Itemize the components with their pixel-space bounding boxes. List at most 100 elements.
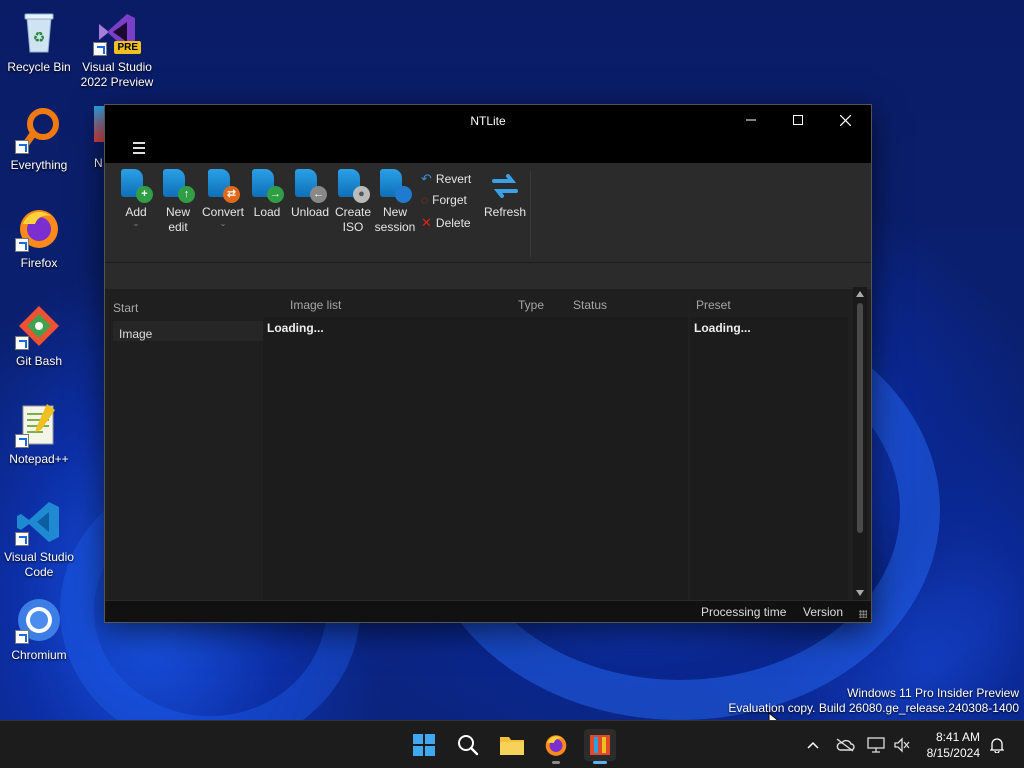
processing-time-label: Processing time	[701, 605, 787, 619]
preset-header: Preset	[696, 298, 731, 312]
network-icon	[867, 737, 885, 753]
chromium-icon	[15, 596, 63, 644]
delete-label: Delete	[435, 216, 471, 230]
desktop-icon-chromium[interactable]: Chromium	[0, 596, 78, 663]
refresh-icon	[488, 169, 522, 203]
start-button[interactable]	[408, 729, 440, 761]
refresh-button[interactable]: Refresh	[483, 169, 527, 220]
chevron-down-icon: ⌄	[219, 219, 227, 228]
bell-icon	[990, 738, 1004, 753]
image-list-loading: Loading...	[267, 321, 324, 335]
close-icon	[839, 114, 851, 126]
image-list-pane[interactable]: Image list Type Status Loading...	[263, 295, 688, 600]
desktop-icon-label: Visual Studio Code	[4, 550, 74, 579]
desktop-icon-recycle-bin[interactable]: ♻ Recycle Bin	[0, 8, 78, 75]
unload-button[interactable]: ← Unload	[289, 169, 331, 220]
desktop-icon-everything[interactable]: Everything	[0, 106, 78, 173]
preset-loading: Loading...	[694, 321, 751, 335]
new-session-label: New session	[374, 205, 416, 234]
preset-pane[interactable]: Preset Loading...	[690, 295, 848, 600]
taskbar: 8:41 AM 8/15/2024	[0, 720, 1024, 768]
ribbon-separator	[530, 171, 531, 257]
column-header-type[interactable]: Type	[518, 298, 544, 312]
convert-button[interactable]: ⇄ Convert ⌄	[199, 169, 247, 228]
breadcrumb-strip	[105, 263, 871, 289]
new-edit-label: New edit	[165, 205, 190, 234]
vertical-scrollbar[interactable]	[853, 287, 867, 600]
git-bash-icon	[15, 302, 63, 350]
everything-icon	[15, 106, 63, 154]
load-label: Load	[253, 205, 281, 219]
show-hidden-icons-button[interactable]	[802, 721, 824, 768]
file-explorer-button[interactable]	[496, 729, 528, 761]
convert-label: Convert	[201, 205, 245, 219]
partial-icon	[94, 106, 104, 142]
add-label: Add	[125, 205, 147, 219]
firefox-icon	[15, 204, 63, 252]
shortcut-arrow-icon	[15, 630, 29, 644]
shortcut-arrow-icon	[15, 434, 29, 448]
shortcut-arrow-icon	[15, 140, 29, 154]
add-image-icon: +	[119, 169, 153, 203]
desktop-icon-firefox[interactable]: Firefox	[0, 204, 78, 271]
desktop-icon-notepad-plus-plus[interactable]: Notepad++	[0, 400, 78, 467]
column-header-status[interactable]: Status	[573, 298, 607, 312]
volume-button[interactable]	[890, 721, 914, 768]
load-button[interactable]: → Load	[249, 169, 285, 220]
desktop-icon-label: N	[94, 156, 103, 170]
ntlite-taskbar-button[interactable]	[584, 729, 616, 764]
revert-label: Revert	[435, 172, 472, 186]
refresh-label: Refresh	[483, 205, 527, 219]
revert-button[interactable]: ↶ Revert	[421, 171, 471, 187]
start-item-image[interactable]: Image	[113, 321, 263, 341]
notifications-button[interactable]	[986, 721, 1008, 768]
clock-date: 8/15/2024	[926, 746, 980, 760]
start-item-label: Image	[119, 327, 153, 341]
hamburger-menu-icon[interactable]	[133, 142, 145, 154]
forget-button[interactable]: ◌ Forget	[421, 193, 467, 207]
onedrive-button[interactable]	[832, 721, 858, 768]
pre-badge: PRE	[114, 41, 141, 54]
desktop-icon-label: Visual Studio 2022 Preview	[80, 60, 154, 89]
version-label: Version	[803, 605, 844, 619]
scroll-up-icon[interactable]	[856, 291, 864, 297]
forget-label: Forget	[432, 193, 467, 207]
clock-time: 8:41 AM	[935, 730, 980, 744]
column-header-image-list[interactable]: Image list	[290, 298, 341, 312]
desktop-icon-label: Notepad++	[9, 452, 69, 466]
undo-icon: ↶	[421, 171, 432, 186]
desktop-icon-visual-studio-2022[interactable]: PRE Visual Studio 2022 Preview	[78, 8, 156, 90]
desktop-icon-label: Chromium	[11, 648, 67, 662]
chevron-down-icon: ⌄	[132, 219, 140, 228]
new-edit-button[interactable]: ↑ New edit	[159, 169, 197, 235]
network-button[interactable]	[864, 721, 888, 768]
ntlite-icon	[590, 735, 610, 755]
desktop-icon-vscode[interactable]: Visual Studio Code	[0, 498, 78, 580]
close-button[interactable]	[822, 105, 868, 135]
search-button[interactable]	[452, 729, 484, 761]
shortcut-arrow-icon	[15, 238, 29, 252]
running-indicator	[552, 761, 560, 764]
resize-grip-icon[interactable]	[859, 610, 867, 618]
maximize-button[interactable]	[775, 105, 821, 135]
ntlite-window[interactable]: NTLite + Add ⌄ ↑ New edit ⇄ Convert ⌄ → …	[104, 104, 872, 623]
start-header: Start	[113, 301, 139, 315]
create-iso-button[interactable]: ● Create ISO	[333, 169, 373, 235]
minimize-button[interactable]	[728, 105, 774, 135]
status-bar: Processing time Version	[105, 600, 871, 622]
convert-icon: ⇄	[206, 169, 240, 203]
new-session-button[interactable]: New session	[373, 169, 417, 235]
desktop-icon-partial[interactable]: N	[94, 106, 104, 170]
scrollbar-thumb[interactable]	[857, 303, 863, 533]
desktop-icon-git-bash[interactable]: Git Bash	[0, 302, 78, 369]
visual-studio-icon: PRE	[93, 8, 141, 56]
unload-label: Unload	[290, 205, 330, 219]
title-bar[interactable]: NTLite	[105, 105, 871, 135]
image-list-header: Image list Type Status	[263, 295, 688, 317]
add-button[interactable]: + Add ⌄	[117, 169, 155, 228]
delete-button[interactable]: ✕ Delete	[421, 215, 471, 231]
clock[interactable]: 8:41 AM 8/15/2024	[927, 729, 980, 761]
notepad-plus-plus-icon	[15, 400, 63, 448]
firefox-taskbar-button[interactable]	[540, 729, 572, 764]
scroll-down-icon[interactable]	[856, 590, 864, 596]
